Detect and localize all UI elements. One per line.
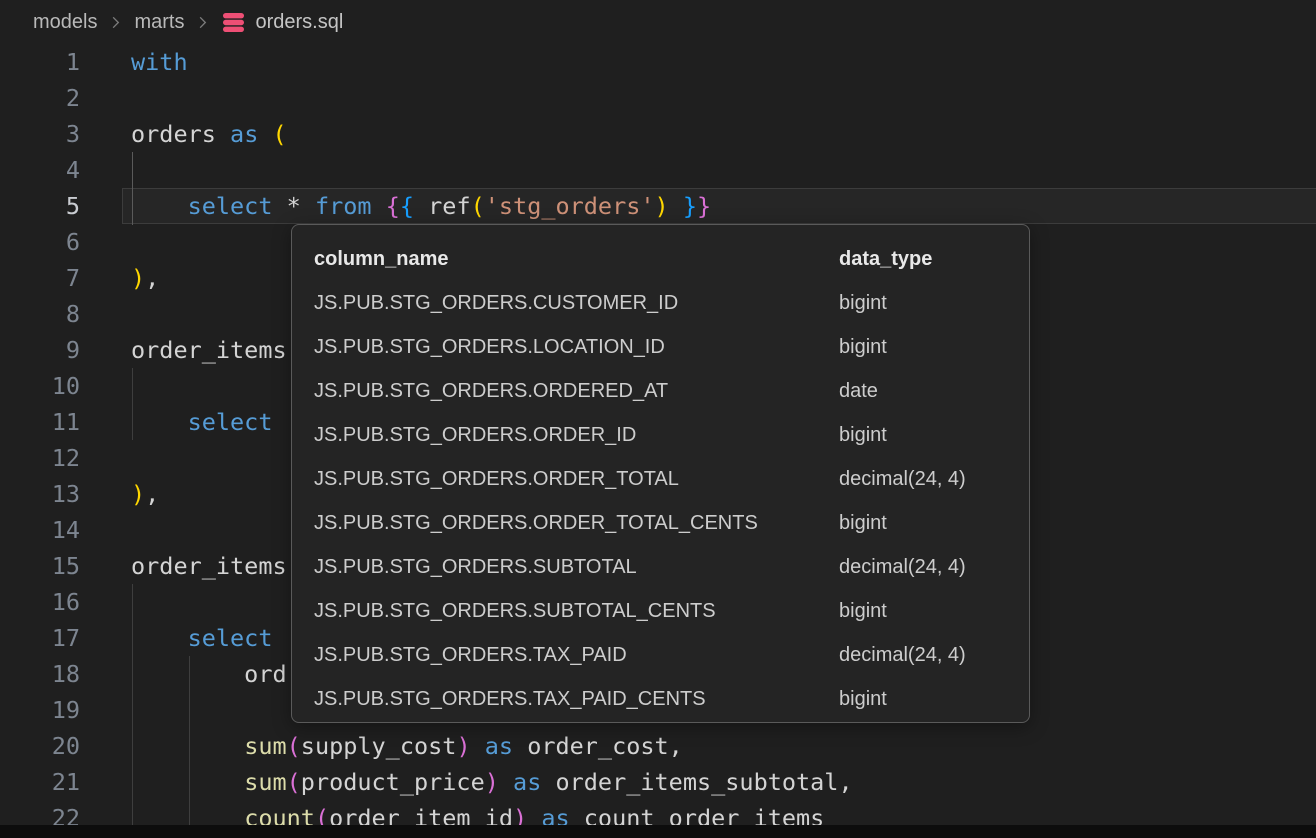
line-number[interactable]: 19 [0, 692, 80, 728]
line-number[interactable]: 6 [0, 224, 80, 260]
column-name-cell: JS.PUB.STG_ORDERS.ORDERED_AT [314, 380, 839, 403]
line-number[interactable]: 4 [0, 152, 80, 188]
breadcrumb-item-marts[interactable]: marts [134, 11, 184, 34]
code-text: with [131, 44, 188, 80]
line-number[interactable]: 8 [0, 296, 80, 332]
data-type-cell: date [839, 380, 878, 403]
code-text: order_items [131, 548, 287, 584]
column-row: JS.PUB.STG_ORDERS.SUBTOTAL_CENTSbigint [292, 589, 1029, 633]
line-number[interactable]: 18 [0, 656, 80, 692]
code-line[interactable]: 5 select * from {{ ref('stg_orders') }} [0, 188, 1316, 224]
line-number[interactable]: 9 [0, 332, 80, 368]
code-line[interactable]: 20 sum(supply_cost) as order_cost, [0, 728, 1316, 764]
line-number[interactable]: 11 [0, 404, 80, 440]
data-type-cell: bigint [839, 424, 887, 447]
column-metadata-popup: column_name data_type JS.PUB.STG_ORDERS.… [291, 224, 1030, 723]
data-type-cell: decimal(24, 4) [839, 644, 966, 667]
code-text: order_items [131, 332, 287, 368]
code-text: sum(supply_cost) as order_cost, [131, 728, 683, 764]
code-text: select [131, 404, 272, 440]
data-type-cell: bigint [839, 688, 887, 711]
breadcrumb: models marts orders.sql [0, 0, 1316, 44]
column-name-cell: JS.PUB.STG_ORDERS.SUBTOTAL_CENTS [314, 600, 839, 623]
line-number[interactable]: 14 [0, 512, 80, 548]
code-text: sum(product_price) as order_items_subtot… [131, 764, 853, 800]
breadcrumb-item-models[interactable]: models [33, 11, 97, 34]
code-line[interactable]: 4 [0, 152, 1316, 188]
data-type-cell: bigint [839, 336, 887, 359]
line-number[interactable]: 15 [0, 548, 80, 584]
line-number[interactable]: 17 [0, 620, 80, 656]
column-name-cell: JS.PUB.STG_ORDERS.ORDER_ID [314, 424, 839, 447]
column-name-cell: JS.PUB.STG_ORDERS.LOCATION_ID [314, 336, 839, 359]
data-type-cell: bigint [839, 600, 887, 623]
code-text: ord [131, 656, 287, 692]
code-line[interactable]: 21 sum(product_price) as order_items_sub… [0, 764, 1316, 800]
code-text: select * from {{ ref('stg_orders') }} [131, 188, 711, 224]
data-type-cell: decimal(24, 4) [839, 468, 966, 491]
popup-rows: JS.PUB.STG_ORDERS.CUSTOMER_IDbigintJS.PU… [292, 281, 1029, 721]
line-number[interactable]: 12 [0, 440, 80, 476]
popup-header-row: column_name data_type [292, 237, 1029, 281]
column-row: JS.PUB.STG_ORDERS.SUBTOTALdecimal(24, 4) [292, 545, 1029, 589]
chevron-right-icon [195, 15, 210, 30]
column-row: JS.PUB.STG_ORDERS.ORDERED_ATdate [292, 369, 1029, 413]
column-name-cell: JS.PUB.STG_ORDERS.TAX_PAID [314, 644, 839, 667]
column-row: JS.PUB.STG_ORDERS.ORDER_IDbigint [292, 413, 1029, 457]
line-number[interactable]: 20 [0, 728, 80, 764]
column-row: JS.PUB.STG_ORDERS.CUSTOMER_IDbigint [292, 281, 1029, 325]
code-line[interactable]: 3 orders as ( [0, 116, 1316, 152]
column-row: JS.PUB.STG_ORDERS.TAX_PAID_CENTSbigint [292, 677, 1029, 721]
column-row: JS.PUB.STG_ORDERS.ORDER_TOTALdecimal(24,… [292, 457, 1029, 501]
line-number[interactable]: 3 [0, 116, 80, 152]
popup-header-column-name: column_name [314, 248, 839, 271]
data-type-cell: bigint [839, 292, 887, 315]
column-name-cell: JS.PUB.STG_ORDERS.SUBTOTAL [314, 556, 839, 579]
line-number[interactable]: 13 [0, 476, 80, 512]
code-text: ), [131, 476, 159, 512]
line-number[interactable]: 7 [0, 260, 80, 296]
line-number[interactable]: 21 [0, 764, 80, 800]
line-number[interactable]: 16 [0, 584, 80, 620]
panel-divider [0, 825, 1316, 838]
code-text: select [131, 620, 272, 656]
breadcrumb-item-orders-sql[interactable]: orders.sql [255, 11, 343, 34]
column-name-cell: JS.PUB.STG_ORDERS.ORDER_TOTAL_CENTS [314, 512, 839, 535]
line-number[interactable]: 1 [0, 44, 80, 80]
code-line[interactable]: 1 with [0, 44, 1316, 80]
line-number[interactable]: 10 [0, 368, 80, 404]
code-text: orders as ( [131, 116, 287, 152]
code-text: ), [131, 260, 159, 296]
code-line[interactable]: 2 [0, 80, 1316, 116]
column-name-cell: JS.PUB.STG_ORDERS.ORDER_TOTAL [314, 468, 839, 491]
editor-window: models marts orders.sql 1 with 23 orders as (… [0, 0, 1316, 838]
column-row: JS.PUB.STG_ORDERS.ORDER_TOTAL_CENTSbigin… [292, 501, 1029, 545]
line-number[interactable]: 2 [0, 80, 80, 116]
column-name-cell: JS.PUB.STG_ORDERS.CUSTOMER_ID [314, 292, 839, 315]
popup-header-data-type: data_type [839, 248, 932, 271]
line-number[interactable]: 5 [0, 188, 80, 224]
chevron-right-icon [108, 15, 123, 30]
column-row: JS.PUB.STG_ORDERS.TAX_PAIDdecimal(24, 4) [292, 633, 1029, 677]
column-row: JS.PUB.STG_ORDERS.LOCATION_IDbigint [292, 325, 1029, 369]
database-icon [221, 11, 246, 34]
data-type-cell: decimal(24, 4) [839, 556, 966, 579]
data-type-cell: bigint [839, 512, 887, 535]
column-name-cell: JS.PUB.STG_ORDERS.TAX_PAID_CENTS [314, 688, 839, 711]
